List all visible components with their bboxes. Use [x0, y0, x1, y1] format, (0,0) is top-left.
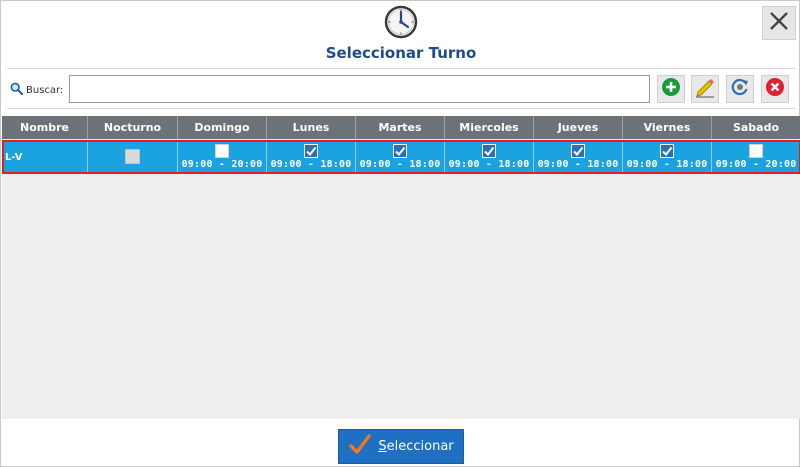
grid-header: Nombre Nocturno Domingo Lunes Martes Mie… [2, 116, 800, 139]
miercoles-checkbox[interactable] [482, 143, 496, 158]
search-label-group: Buscar: [10, 82, 63, 98]
column-header-sabado[interactable]: Sabado [712, 116, 800, 139]
select-button[interactable]: Seleccionar [338, 429, 464, 464]
lunes-checkbox[interactable] [304, 143, 318, 158]
nocturno-checkbox[interactable] [125, 149, 140, 164]
clock-icon [384, 5, 418, 39]
checkmark-icon [348, 433, 372, 461]
select-button-label: Seleccionar [378, 439, 454, 454]
plus-circle-icon [661, 77, 681, 101]
column-header-nocturno[interactable]: Nocturno [88, 116, 178, 139]
row-martes: 09:00 - 18:00 [356, 140, 445, 174]
row-viernes: 09:00 - 18:00 [623, 140, 712, 174]
row-lunes: 09:00 - 18:00 [267, 140, 356, 174]
search-input[interactable] [69, 75, 650, 103]
viernes-checkbox[interactable] [660, 143, 674, 158]
dialog-title: Seleccionar Turno [325, 44, 477, 62]
shift-grid: Nombre Nocturno Domingo Lunes Martes Mie… [2, 116, 800, 419]
header-divider [7, 68, 795, 69]
check-icon [306, 146, 317, 156]
refresh-button[interactable] [726, 75, 754, 103]
domingo-checkbox[interactable] [215, 143, 229, 158]
domingo-time: 09:00 - 20:00 [181, 158, 263, 170]
column-header-nombre[interactable]: Nombre [2, 116, 88, 139]
column-header-miercoles[interactable]: Miercoles [445, 116, 534, 139]
delete-button[interactable] [761, 75, 789, 103]
refresh-icon [730, 77, 750, 101]
close-button[interactable] [762, 6, 796, 40]
jueves-checkbox[interactable] [571, 143, 585, 158]
martes-checkbox[interactable] [393, 143, 407, 158]
row-jueves: 09:00 - 18:00 [534, 140, 623, 174]
edit-button[interactable] [691, 75, 719, 103]
column-header-domingo[interactable]: Domingo [178, 116, 267, 139]
column-header-lunes[interactable]: Lunes [267, 116, 356, 139]
check-icon [484, 146, 495, 156]
miercoles-time: 09:00 - 18:00 [448, 158, 530, 170]
row-nocturno [88, 140, 178, 174]
add-button[interactable] [657, 75, 685, 103]
sabado-checkbox[interactable] [749, 143, 763, 158]
row-sabado: 09:00 - 20:00 [712, 140, 800, 174]
row-miercoles: 09:00 - 18:00 [445, 140, 534, 174]
toolbar-divider [7, 108, 795, 109]
column-header-viernes[interactable]: Viernes [623, 116, 712, 139]
viernes-time: 09:00 - 18:00 [626, 158, 708, 170]
close-icon [768, 10, 790, 36]
pencil-icon [694, 76, 716, 102]
table-row[interactable]: L-V 09:00 - 20:00 09:00 - 18:00 09:00 - … [2, 140, 800, 174]
check-icon [395, 146, 406, 156]
row-nombre: L-V [2, 140, 88, 174]
sabado-time: 09:00 - 20:00 [715, 158, 797, 170]
column-header-jueves[interactable]: Jueves [534, 116, 623, 139]
column-header-martes[interactable]: Martes [356, 116, 445, 139]
check-icon [662, 146, 673, 156]
x-circle-icon [765, 77, 785, 101]
lunes-time: 09:00 - 18:00 [270, 158, 352, 170]
check-icon [573, 146, 584, 156]
select-shift-dialog: Seleccionar Turno Buscar: Nombre Nocturn… [0, 0, 800, 467]
martes-time: 09:00 - 18:00 [359, 158, 441, 170]
search-icon [10, 82, 24, 98]
search-label: Buscar: [26, 84, 64, 96]
row-domingo: 09:00 - 20:00 [178, 140, 267, 174]
jueves-time: 09:00 - 18:00 [537, 158, 619, 170]
